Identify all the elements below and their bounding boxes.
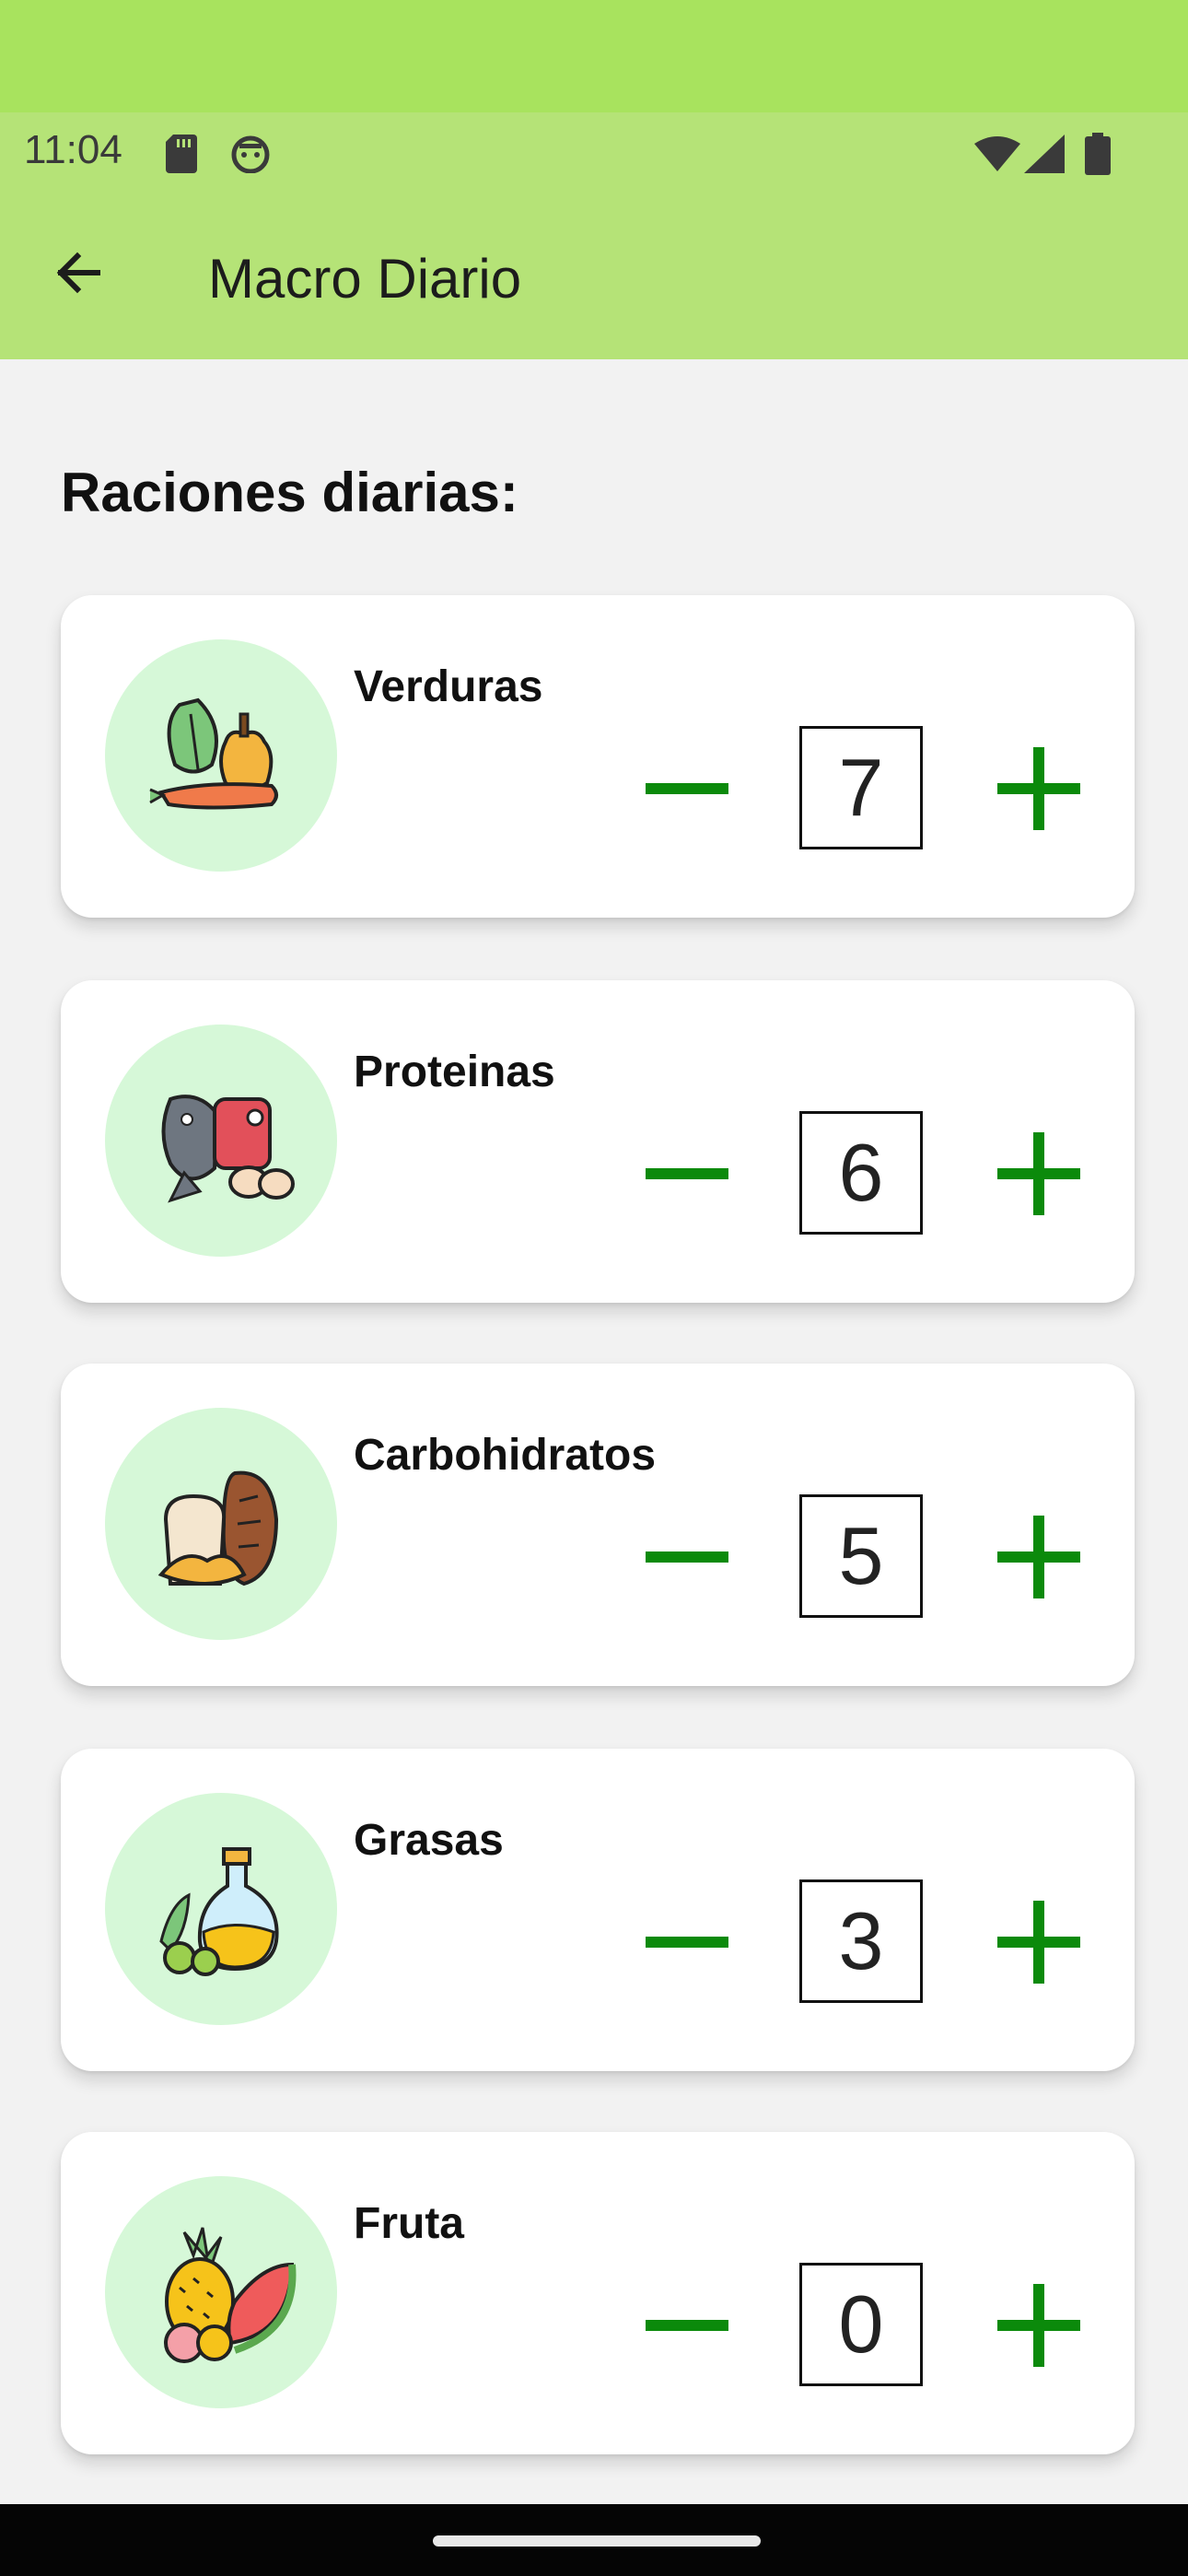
carbohydrates-icon (157, 1470, 279, 1587)
food-card-fruta: Fruta 0 (61, 2132, 1135, 2454)
app-bar (0, 197, 1188, 359)
food-label: Verduras (354, 662, 543, 711)
minus-icon (646, 783, 728, 794)
plus-icon-vertical (1033, 1901, 1044, 1984)
food-icon-circle (105, 639, 337, 872)
top-band (0, 0, 1188, 112)
plus-icon-vertical (1033, 1132, 1044, 1215)
food-label: Carbohidratos (354, 1431, 657, 1480)
vegetables-icon (149, 697, 278, 810)
increment-button[interactable] (993, 1128, 1085, 1220)
app-title: Macro Diario (208, 248, 522, 310)
proteins-icon (161, 1095, 295, 1203)
back-button[interactable] (41, 236, 114, 310)
robot-icon (231, 135, 270, 173)
food-label: Proteinas (354, 1048, 555, 1096)
food-card-proteinas: Proteinas 6 (61, 980, 1135, 1303)
increment-button[interactable] (993, 2279, 1085, 2371)
food-icon-circle (105, 1025, 337, 1257)
increment-button[interactable] (993, 743, 1085, 835)
portion-count[interactable]: 3 (799, 1879, 923, 2003)
minus-icon (646, 1551, 728, 1563)
increment-button[interactable] (993, 1896, 1085, 1988)
status-time: 11:04 (24, 127, 122, 172)
plus-icon-vertical (1033, 2284, 1044, 2367)
fats-icon (159, 1847, 279, 1976)
portion-count[interactable]: 6 (799, 1111, 923, 1235)
wifi-icon (974, 136, 1020, 171)
plus-icon-vertical (1033, 1516, 1044, 1598)
battery-icon (1085, 133, 1111, 175)
decrement-button[interactable] (632, 1896, 742, 1988)
minus-icon (646, 1168, 728, 1179)
minus-icon (646, 2320, 728, 2331)
decrement-button[interactable] (632, 1128, 742, 1220)
food-card-verduras: Verduras 7 (61, 595, 1135, 918)
decrement-button[interactable] (632, 2279, 742, 2371)
fruit-icon (164, 2227, 297, 2363)
arrow-left-icon (56, 252, 100, 294)
plus-icon-vertical (1033, 747, 1044, 830)
portion-count[interactable]: 7 (799, 726, 923, 849)
home-indicator[interactable] (433, 2535, 761, 2547)
sd-card-icon (166, 135, 197, 173)
portion-count[interactable]: 0 (799, 2263, 923, 2386)
food-card-grasas: Grasas 3 (61, 1749, 1135, 2071)
section-title: Raciones diarias: (61, 462, 518, 523)
food-label: Grasas (354, 1816, 504, 1865)
signal-icon (1024, 135, 1065, 173)
food-icon-circle (105, 1793, 337, 2025)
minus-icon (646, 1937, 728, 1948)
increment-button[interactable] (993, 1511, 1085, 1603)
decrement-button[interactable] (632, 743, 742, 835)
decrement-button[interactable] (632, 1511, 742, 1603)
portion-count[interactable]: 5 (799, 1494, 923, 1618)
food-icon-circle (105, 1408, 337, 1640)
food-card-carbohidratos: Carbohidratos 5 (61, 1364, 1135, 1686)
food-label: Fruta (354, 2199, 464, 2248)
food-icon-circle (105, 2176, 337, 2408)
